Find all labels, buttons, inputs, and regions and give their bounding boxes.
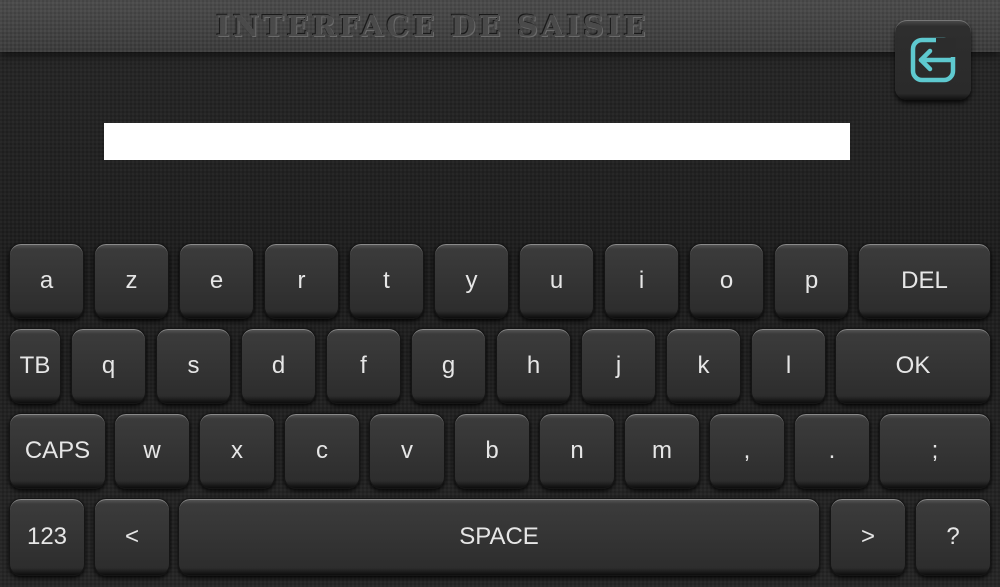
page-title: INTERFACE DE SAISIE [216, 9, 649, 43]
key-label: l [785, 352, 792, 379]
key-label: o [719, 267, 734, 294]
key-c[interactable]: c [284, 413, 360, 489]
key-o[interactable]: o [689, 243, 764, 319]
exit-icon [910, 37, 956, 83]
key-label: q [101, 352, 116, 379]
text-input[interactable] [104, 123, 850, 160]
key-label: s [187, 352, 200, 379]
key-r[interactable]: r [264, 243, 339, 319]
key-b[interactable]: b [454, 413, 530, 489]
semicolon-key[interactable]: ; [879, 413, 991, 489]
key-label: e [209, 267, 224, 294]
key-k[interactable]: k [666, 328, 741, 404]
key-label: OK [895, 352, 931, 379]
key-label: r [297, 267, 306, 294]
tab-key[interactable]: TB [9, 328, 61, 404]
key-label: a [39, 267, 54, 294]
key-label: n [570, 437, 584, 464]
key-label: ; [931, 437, 939, 464]
key-label: z [125, 267, 138, 294]
key-label: CAPS [24, 437, 91, 464]
key-m[interactable]: m [624, 413, 700, 489]
key-label: > [860, 523, 875, 550]
key-label: b [485, 437, 499, 464]
key-t[interactable]: t [349, 243, 424, 319]
key-label: 123 [26, 523, 68, 550]
key-l[interactable]: l [751, 328, 826, 404]
key-label: x [231, 437, 243, 464]
key-label: c [316, 437, 328, 464]
numbers-key[interactable]: 123 [9, 498, 85, 576]
key-label: m [652, 437, 672, 464]
key-v[interactable]: v [369, 413, 445, 489]
caps-key[interactable]: CAPS [9, 413, 106, 489]
key-x[interactable]: x [199, 413, 275, 489]
key-label: j [615, 352, 622, 379]
key-label: v [401, 437, 413, 464]
key-label: i [638, 267, 645, 294]
key-e[interactable]: e [179, 243, 254, 319]
key-label: h [526, 352, 541, 379]
key-label: g [441, 352, 456, 379]
key-label: d [271, 352, 286, 379]
key-label: t [383, 267, 390, 294]
key-label: w [143, 437, 161, 464]
key-u[interactable]: u [519, 243, 594, 319]
key-label: ? [946, 523, 960, 550]
key-j[interactable]: j [581, 328, 656, 404]
cursor-left-key[interactable]: < [94, 498, 170, 576]
key-a[interactable]: a [9, 243, 84, 319]
key-q[interactable]: q [71, 328, 146, 404]
delete-key[interactable]: DEL [858, 243, 991, 319]
comma-key[interactable]: , [709, 413, 785, 489]
space-key[interactable]: SPACE [178, 498, 820, 576]
key-label: , [743, 437, 751, 464]
key-label: u [549, 267, 564, 294]
key-n[interactable]: n [539, 413, 615, 489]
key-label: . [828, 437, 836, 464]
key-label: f [360, 352, 367, 379]
title-bar: INTERFACE DE SAISIE [0, 0, 1000, 52]
key-z[interactable]: z [94, 243, 169, 319]
key-label: TB [19, 352, 51, 379]
key-label: DEL [901, 267, 948, 294]
key-s[interactable]: s [156, 328, 231, 404]
period-key[interactable]: . [794, 413, 870, 489]
key-g[interactable]: g [411, 328, 486, 404]
key-y[interactable]: y [434, 243, 509, 319]
key-i[interactable]: i [604, 243, 679, 319]
key-p[interactable]: p [774, 243, 849, 319]
cursor-right-key[interactable]: > [830, 498, 906, 576]
key-label: k [697, 352, 710, 379]
key-d[interactable]: d [241, 328, 316, 404]
key-label: < [124, 523, 139, 550]
question-mark-key[interactable]: ? [915, 498, 991, 576]
key-label: SPACE [459, 523, 539, 550]
key-label: y [465, 267, 478, 294]
key-f[interactable]: f [326, 328, 401, 404]
ok-key[interactable]: OK [835, 328, 991, 404]
key-label: p [804, 267, 819, 294]
key-h[interactable]: h [496, 328, 571, 404]
exit-button[interactable] [895, 20, 971, 100]
key-w[interactable]: w [114, 413, 190, 489]
